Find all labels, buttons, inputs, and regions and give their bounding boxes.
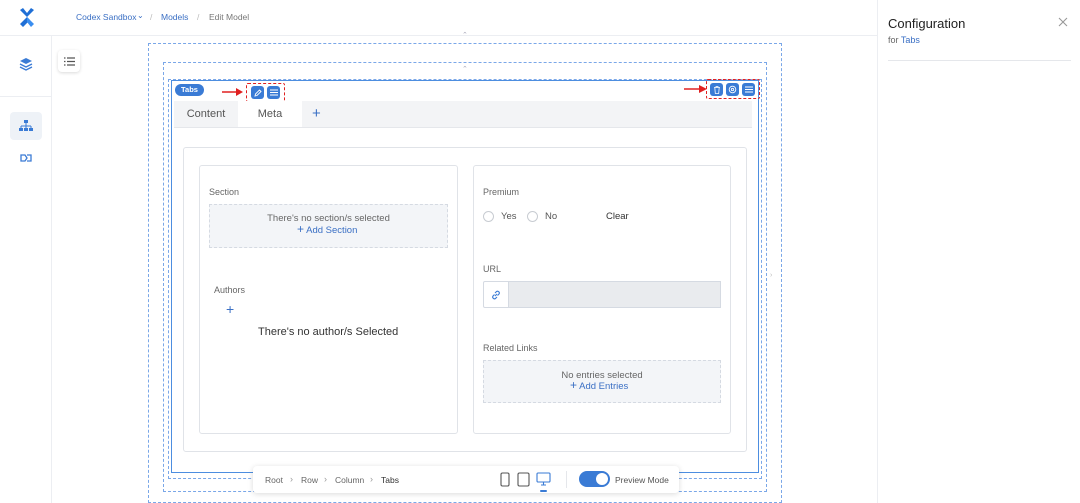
add-entries-button[interactable]: + Add Entries (570, 378, 629, 392)
panel-subtitle-prefix: for (888, 35, 899, 45)
annotation-arrow-icon (222, 88, 243, 96)
link-icon (492, 290, 500, 299)
breadcrumb-models[interactable]: Models (161, 12, 188, 22)
edit-button[interactable] (251, 86, 264, 99)
url-label: URL (483, 264, 502, 274)
bottom-toolbar: Root › Row › Column › Tabs Preview Mode (253, 466, 679, 493)
path-column[interactable]: Column (335, 475, 364, 485)
divider (0, 96, 52, 97)
url-link-button[interactable] (483, 281, 509, 308)
path-tabs[interactable]: Tabs (381, 475, 399, 485)
chevron-down-icon[interactable]: ⌄ (137, 11, 144, 20)
hierarchy-icon (19, 120, 33, 131)
drag-handle-icon[interactable]: ⌃ (462, 65, 468, 73)
logo-icon[interactable] (18, 8, 36, 28)
active-view-indicator (540, 490, 547, 492)
close-icon[interactable] (1058, 17, 1068, 27)
premium-label: Premium (483, 187, 520, 197)
add-tab-icon[interactable]: + (312, 105, 321, 122)
hierarchy-button[interactable] (10, 112, 42, 140)
list-icon (63, 56, 75, 66)
authors-label: Authors (214, 285, 246, 295)
section-empty-text: There's no section/s selected (267, 213, 390, 224)
url-input[interactable] (509, 281, 721, 308)
premium-yes-radio[interactable] (483, 211, 494, 222)
configuration-panel: Configuration for Tabs (877, 0, 1080, 503)
premium-yes-label: Yes (501, 211, 517, 222)
divider (566, 471, 567, 488)
divider (888, 60, 1071, 61)
preview-mode-toggle[interactable] (579, 471, 610, 487)
link-builder-button[interactable] (10, 144, 42, 172)
desktop-view-icon[interactable] (536, 472, 551, 487)
chevron-right-icon: › (290, 474, 293, 484)
chevron-right-icon: › (370, 474, 373, 484)
delete-button[interactable] (710, 83, 723, 96)
plus-icon: + (570, 378, 578, 392)
add-entries-label: Add Entries (579, 381, 629, 392)
layers-icon (19, 58, 33, 71)
related-empty-text: No entries selected (561, 370, 643, 381)
clear-button[interactable]: Clear (606, 211, 629, 222)
tab-meta[interactable]: Meta (238, 101, 302, 127)
breadcrumb-project[interactable]: Codex Sandbox (76, 12, 137, 22)
infinity-link-icon (20, 154, 32, 162)
plus-icon: + (297, 222, 305, 236)
path-root[interactable]: Root (265, 475, 283, 485)
path-row[interactable]: Row (301, 475, 318, 485)
add-section-label: Add Section (306, 225, 358, 236)
premium-no-radio[interactable] (527, 211, 538, 222)
tabs-badge: Tabs (175, 84, 204, 96)
resize-handle-icon[interactable]: › (770, 272, 772, 279)
top-bar: Codex Sandbox ⌄ / Models / Edit Model (0, 0, 877, 36)
chevron-right-icon: › (324, 474, 327, 484)
hamburger-icon (744, 86, 753, 93)
panel-title: Configuration (888, 16, 966, 31)
breadcrumb-separator: / (150, 12, 153, 22)
left-rail (0, 36, 52, 503)
related-links-label: Related Links (483, 343, 538, 353)
breadcrumb-current: Edit Model (209, 12, 250, 22)
panel-subtitle: for Tabs (888, 35, 920, 45)
settings-button[interactable] (726, 83, 739, 96)
section-label: Section (209, 187, 240, 197)
mobile-view-icon[interactable] (500, 472, 510, 487)
toggle-knob (596, 473, 608, 485)
tablet-view-icon[interactable] (517, 472, 530, 487)
trash-icon (713, 85, 720, 94)
pencil-icon (253, 88, 262, 97)
hamburger-icon (269, 89, 278, 96)
tab-content[interactable]: Content (174, 101, 238, 127)
breadcrumb-separator: / (197, 12, 200, 22)
authors-empty-text: There's no author/s Selected (258, 326, 399, 338)
menu-button[interactable] (267, 86, 280, 99)
add-author-icon[interactable]: + (226, 301, 234, 317)
preview-mode-label: Preview Mode (615, 475, 669, 485)
gear-icon (728, 85, 737, 94)
panel-subtitle-target[interactable]: Tabs (901, 35, 920, 45)
outline-toggle-button[interactable] (58, 50, 80, 72)
premium-no-label: No (545, 211, 558, 222)
menu-button[interactable] (742, 83, 755, 96)
add-section-button[interactable]: + Add Section (297, 222, 358, 236)
drag-handle-icon[interactable]: ⌃ (462, 31, 468, 39)
layers-button[interactable] (10, 50, 42, 78)
